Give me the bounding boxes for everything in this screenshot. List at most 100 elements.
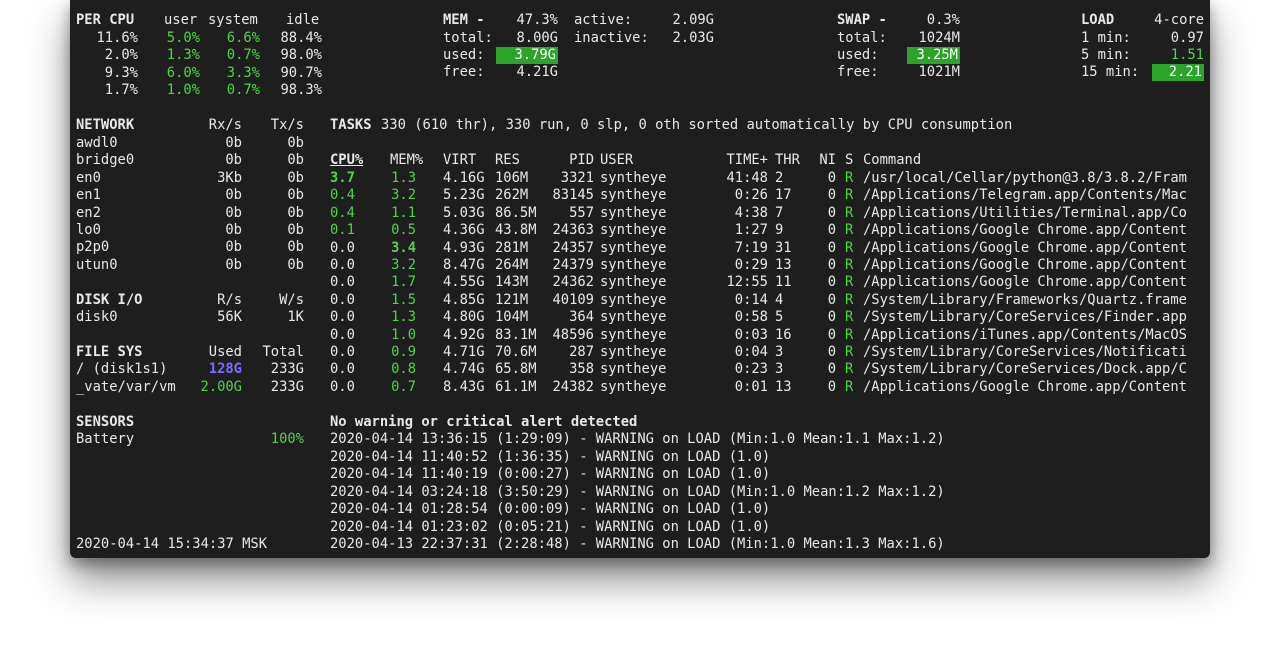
- proc-time: 1:27: [734, 222, 768, 239]
- network-tx: 0b: [287, 204, 304, 221]
- proc-user: syntheye: [600, 222, 667, 239]
- proc-state: R: [845, 204, 854, 221]
- proc-state: R: [845, 170, 854, 186]
- col-header-ni[interactable]: NI: [810, 152, 836, 169]
- tasks-title: TASKS: [330, 117, 372, 133]
- proc-thr: 3: [775, 361, 784, 378]
- proc-user: syntheye: [600, 239, 667, 256]
- tasks-summary: 330 (610 thr), 330 run, 0 slp, 0 oth sor…: [381, 117, 1013, 133]
- network-rx: 0b: [225, 256, 242, 273]
- network-rx: 0b: [225, 222, 242, 238]
- col-header-s[interactable]: S: [845, 152, 853, 169]
- alert-line: 2020-04-14 11:40:52 (1:36:35) - WARNING …: [330, 448, 771, 465]
- percpu-idle: 98.3%: [280, 82, 322, 99]
- proc-ni: 0: [827, 326, 836, 343]
- terminal-window[interactable]: PER CPU user system idle 11.6% 5.0% 6.6% 88…: [70, 0, 1210, 558]
- proc-command[interactable]: /Applications/iTunes.app/Contents/MacOS: [863, 327, 1203, 344]
- proc-ni: 0: [827, 222, 836, 239]
- proc-time: 0:01: [734, 378, 768, 395]
- sensors-title: SENSORS: [76, 414, 135, 430]
- network-interface-name: bridge0: [76, 152, 135, 169]
- proc-ni: 0: [827, 344, 836, 360]
- network-rx: 0b: [225, 204, 242, 221]
- proc-thr: 31: [775, 239, 792, 256]
- proc-res: 106M: [495, 170, 529, 186]
- proc-res: 281M: [495, 239, 529, 256]
- clock: 2020-04-14 15:34:37 MSK: [76, 536, 268, 552]
- proc-pid: 364: [569, 309, 594, 326]
- alert-line: 2020-04-14 03:24:18 (3:50:29) - WARNING …: [330, 483, 945, 500]
- percpu-idle: 90.7%: [280, 64, 322, 81]
- proc-command[interactable]: /System/Library/CoreServices/Dock.app/C: [863, 361, 1203, 378]
- percpu-user: 5.0%: [166, 30, 200, 46]
- mem-used: 3.79G: [496, 47, 558, 64]
- proc-user: syntheye: [600, 344, 667, 360]
- proc-command[interactable]: /Applications/Google Chrome.app/Content: [863, 274, 1203, 291]
- proc-mem: 1.1: [391, 204, 416, 221]
- diskio-title: DISK I/O: [76, 292, 143, 308]
- swap-total: 1024M: [918, 30, 960, 46]
- col-header-command[interactable]: Command: [863, 152, 921, 169]
- proc-res: 143M: [495, 274, 529, 291]
- col-header-time[interactable]: TIME+: [704, 152, 768, 169]
- percpu-total: 11.6%: [96, 30, 138, 46]
- proc-res: 104M: [495, 309, 529, 326]
- col-header-res[interactable]: RES: [495, 152, 520, 169]
- col-header-virt[interactable]: VIRT: [443, 152, 476, 169]
- proc-command[interactable]: /System/Library/CoreServices/Notificati: [863, 344, 1203, 361]
- proc-command[interactable]: /System/Library/CoreServices/Finder.app: [863, 309, 1203, 326]
- proc-command[interactable]: /Applications/Google Chrome.app/Content: [863, 379, 1203, 396]
- proc-command[interactable]: /Applications/Utilities/Terminal.app/Co: [863, 205, 1203, 222]
- proc-pid: 3321: [560, 170, 594, 186]
- proc-mem: 3.2: [391, 187, 416, 204]
- load-15min-label: 15 min:: [1081, 64, 1140, 80]
- proc-time: 12:55: [726, 274, 768, 291]
- load-5min-label: 5 min:: [1081, 47, 1131, 63]
- swap-title: SWAP -: [837, 12, 887, 28]
- proc-command[interactable]: /System/Library/Frameworks/Quartz.frame: [863, 292, 1203, 309]
- proc-mem: 1.5: [391, 291, 416, 308]
- proc-state: R: [845, 187, 854, 204]
- proc-time: 7:19: [734, 239, 768, 256]
- proc-state: R: [845, 361, 854, 378]
- proc-user: syntheye: [600, 309, 667, 326]
- proc-res: 70.6M: [495, 344, 537, 360]
- proc-thr: 16: [775, 326, 792, 343]
- mem-used-label: used:: [443, 47, 485, 63]
- proc-pid: 287: [569, 344, 594, 360]
- load-1min-label: 1 min:: [1081, 30, 1131, 46]
- proc-user: syntheye: [600, 204, 667, 221]
- col-header-user[interactable]: USER: [600, 152, 633, 169]
- col-header-mem[interactable]: MEM%: [390, 152, 423, 169]
- proc-thr: 13: [775, 257, 792, 273]
- proc-command[interactable]: /Applications/Google Chrome.app/Content: [863, 222, 1203, 239]
- percpu-idle: 98.0%: [280, 47, 322, 64]
- col-header-thr[interactable]: THR: [775, 152, 800, 169]
- proc-time: 0:58: [734, 309, 768, 326]
- proc-user: syntheye: [600, 274, 667, 291]
- proc-cpu: 0.0: [330, 309, 355, 326]
- proc-cpu: 0.0: [330, 257, 355, 273]
- disk-read: 56K: [217, 309, 242, 325]
- proc-command[interactable]: /Applications/Google Chrome.app/Content: [863, 240, 1203, 257]
- proc-state: R: [845, 257, 854, 273]
- filesys-title: FILE SYS: [76, 344, 143, 360]
- proc-state: R: [845, 344, 854, 360]
- proc-command[interactable]: /usr/local/Cellar/python@3.8/3.8.2/Fram: [863, 170, 1203, 187]
- proc-time: 0:29: [734, 257, 768, 273]
- sensor-battery-value: 100%: [270, 431, 304, 447]
- network-title: NETWORK: [76, 117, 135, 133]
- proc-virt: 4.71G: [443, 344, 485, 360]
- col-header-cpu[interactable]: CPU%: [330, 152, 390, 169]
- mem-inactive: 2.03G: [672, 30, 714, 46]
- load-15min-value: 2.21: [1152, 64, 1204, 81]
- proc-command[interactable]: /Applications/Telegram.app/Contents/Mac: [863, 187, 1203, 204]
- proc-time: 0:04: [734, 344, 768, 360]
- alert-line: 2020-04-14 11:40:19 (0:00:27) - WARNING …: [330, 466, 771, 482]
- network-rx: 3Kb: [217, 169, 242, 186]
- proc-command[interactable]: /Applications/Google Chrome.app/Content: [863, 257, 1203, 274]
- proc-thr: 17: [775, 187, 792, 204]
- col-header-pid[interactable]: PID: [548, 152, 594, 169]
- network-interface-name: en0: [76, 169, 101, 186]
- percpu-total: 2.0%: [104, 47, 138, 64]
